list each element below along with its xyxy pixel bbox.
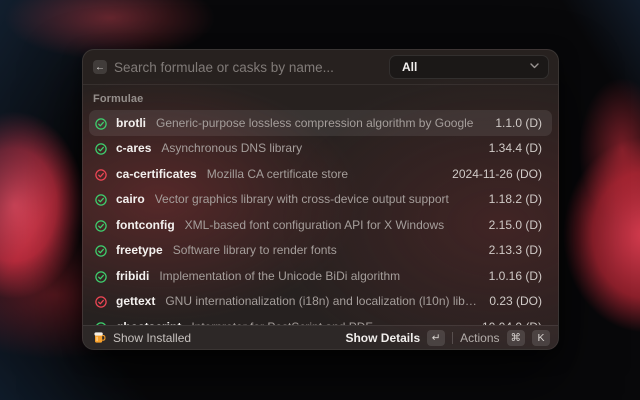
formula-name: fontconfig (116, 218, 175, 232)
formula-name: freetype (116, 243, 163, 257)
show-details-label: Show Details (345, 331, 420, 345)
check-circle-icon (95, 321, 107, 325)
formulae-list: brotli Generic-purpose lossless compress… (89, 110, 552, 325)
results-list-area: Formulae brotli Generic-purpose lossless… (83, 85, 558, 325)
check-circle-icon (95, 244, 107, 256)
check-circle-icon (95, 193, 107, 205)
formula-description: GNU internationalization (i18n) and loca… (165, 294, 477, 308)
formula-row[interactable]: brotli Generic-purpose lossless compress… (89, 110, 552, 136)
formula-name: gettext (116, 294, 155, 308)
check-circle-icon (95, 219, 107, 231)
formula-version: 2.15.0 (D) (489, 218, 542, 232)
formula-description: Software library to render fonts (173, 243, 477, 257)
formula-row[interactable]: ca-certificates Mozilla CA certificate s… (89, 161, 552, 187)
show-details-button[interactable]: Show Details ↵ (345, 330, 445, 346)
formula-description: Asynchronous DNS library (161, 141, 476, 155)
actions-label: Actions (460, 331, 499, 345)
homebrew-beer-mug-icon (93, 331, 106, 344)
enter-key-icon: ↵ (427, 330, 445, 346)
chevron-down-icon (530, 62, 539, 72)
formula-description: Interpreter for PostScript and PDF (191, 320, 470, 325)
formula-row[interactable]: fribidi Implementation of the Unicode Bi… (89, 263, 552, 289)
formula-version: 10.04.0 (D) (482, 320, 542, 325)
formula-version: 2.13.3 (D) (489, 243, 542, 257)
search-input[interactable] (114, 60, 389, 75)
search-bar: ← All (83, 50, 558, 85)
check-circle-icon (95, 168, 107, 180)
formula-row[interactable]: fontconfig XML-based font configuration … (89, 212, 552, 238)
formula-name: ghostscript (116, 320, 181, 325)
back-button[interactable]: ← (93, 60, 107, 74)
formula-version: 0.23 (DO) (489, 294, 542, 308)
formula-description: Implementation of the Unicode BiDi algor… (159, 269, 476, 283)
formula-row[interactable]: ghostscript Interpreter for PostScript a… (89, 314, 552, 325)
formula-name: ca-certificates (116, 167, 197, 181)
check-circle-icon (95, 117, 107, 129)
show-installed-label: Show Installed (113, 331, 191, 345)
actions-button[interactable]: Actions ⌘ K (460, 330, 550, 346)
formula-row[interactable]: c-ares Asynchronous DNS library 1.34.4 (… (89, 136, 552, 162)
footer-bar: Show Installed Show Details ↵ Actions ⌘ … (83, 325, 558, 349)
formula-row[interactable]: cairo Vector graphics library with cross… (89, 187, 552, 213)
footer-actions: Show Details ↵ Actions ⌘ K (345, 330, 550, 346)
check-circle-icon (95, 142, 107, 154)
desktop-wallpaper: { "search": { "placeholder": "Search for… (0, 0, 640, 400)
formula-version: 1.34.4 (D) (489, 141, 542, 155)
raycast-homebrew-window: ← All Formulae brotli Generic-purpose lo… (82, 49, 559, 350)
formula-name: cairo (116, 192, 145, 206)
formula-row[interactable]: gettext GNU internationalization (i18n) … (89, 289, 552, 315)
command-key-icon: ⌘ (507, 330, 526, 346)
filter-dropdown[interactable]: All (389, 55, 549, 79)
formula-version: 1.1.0 (D) (495, 116, 542, 130)
footer-divider (452, 332, 453, 344)
formula-version: 1.0.16 (D) (489, 269, 542, 283)
formula-description: XML-based font configuration API for X W… (185, 218, 477, 232)
back-arrow-icon: ← (95, 61, 105, 74)
formula-version: 2024-11-26 (DO) (452, 167, 542, 181)
check-circle-icon (95, 295, 107, 307)
show-installed-button[interactable]: Show Installed (93, 331, 191, 345)
check-circle-icon (95, 270, 107, 282)
formula-description: Mozilla CA certificate store (207, 167, 440, 181)
formula-name: fribidi (116, 269, 149, 283)
filter-selected-value: All (402, 60, 530, 74)
formula-name: brotli (116, 116, 146, 130)
formula-row[interactable]: freetype Software library to render font… (89, 238, 552, 264)
formula-name: c-ares (116, 141, 151, 155)
formula-description: Vector graphics library with cross-devic… (155, 192, 477, 206)
section-header: Formulae (89, 91, 552, 110)
k-key-icon: K (532, 330, 550, 346)
formula-description: Generic-purpose lossless compression alg… (156, 116, 483, 130)
formula-version: 1.18.2 (D) (489, 192, 542, 206)
